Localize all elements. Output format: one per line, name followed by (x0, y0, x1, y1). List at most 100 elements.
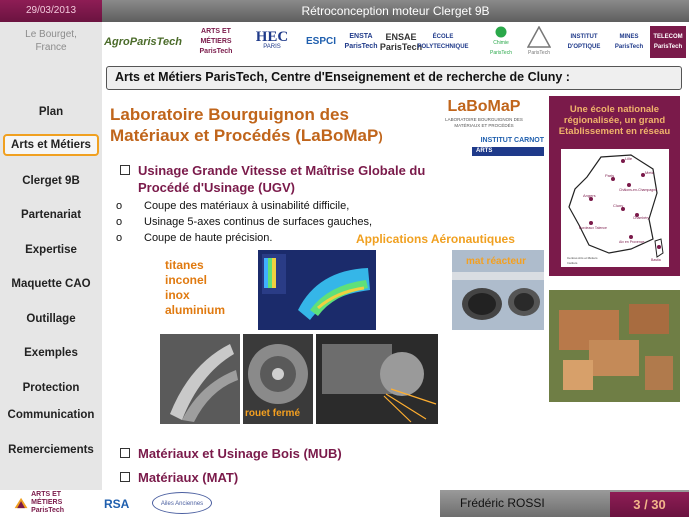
mines-paristech-logo: MINES ParisTech (614, 34, 644, 50)
closed-impeller-image: rouet fermé (243, 334, 313, 424)
map-city-label: Lille (625, 156, 633, 161)
ensta-logo: ENSTA ParisTech (344, 33, 378, 50)
institut-carnot-logo: INSTITUT CARNOT ARTS (472, 136, 544, 164)
milling-sparks-image (316, 334, 438, 424)
labomap-logo-sub: LABORATOIRE BOURGUIGNON DES MATÉRIAUX ET… (445, 117, 523, 128)
nav-item-outillage[interactable]: Outillage (3, 308, 99, 330)
page-number: 3 / 30 (610, 492, 689, 517)
nav-item-protection[interactable]: Protection (3, 377, 99, 399)
lab-title-line-2: Matériaux et Procédés (LaBoMaP) (110, 125, 440, 147)
network-panel: Une école nationale régionalisée, un gra… (549, 96, 680, 276)
material-item: inox (165, 288, 190, 302)
turbine-blade-graphic (160, 334, 240, 424)
polytechnique-logo-text: ÉCOLE POLYTECHNIQUE (417, 34, 469, 50)
polytechnique-logo: ÉCOLE POLYTECHNIQUE (417, 26, 468, 58)
rouet-ferme-label: rouet fermé (245, 408, 301, 419)
top-bar: 29/03/2013 Rétroconception moteur Clerge… (0, 0, 689, 22)
map-marker-icon (589, 221, 593, 225)
partner-logo-bar: AgroParisTech ARTS ET MÉTIERS ParisTech … (102, 22, 689, 62)
turbine-blade-image (160, 334, 240, 424)
nav-item-communication[interactable]: Communication (3, 404, 99, 426)
location-label: Le Bourget, France (0, 28, 102, 54)
telecom-paristech-logo: TELECOM ParisTech (650, 26, 686, 58)
mub-heading: Matériaux et Usinage Bois (MUB) (120, 445, 342, 462)
labomap-logo: LaBoMaP LABORATOIRE BOURGUIGNON DES MATÉ… (444, 97, 524, 135)
cluny-aerial-graphic (549, 290, 680, 402)
mat-heading-text: Matériaux (MAT) (138, 470, 239, 485)
bullet-item: o Usinage 5-axes continus de surfaces gau… (116, 215, 372, 229)
fem-simulation-image (258, 250, 376, 330)
material-item: inconel (165, 273, 208, 287)
map-marker-icon (657, 245, 661, 249)
bullet-marker: o (116, 200, 123, 212)
map-city-label: Châlons-en-Champagne (619, 188, 657, 192)
france-map: Lille Metz Paris Châlons-en-Champagne An… (561, 149, 669, 267)
map-marker-icon (629, 235, 633, 239)
fem-simulation-graphic (262, 254, 370, 320)
nav-item-expertise[interactable]: Expertise (3, 239, 99, 261)
location-line-2: France (35, 42, 67, 53)
hec-logo: HEC PARIS (248, 26, 296, 58)
nav-item-maquette-cao[interactable]: Maquette CAO (3, 273, 99, 295)
nav-item-plan[interactable]: Plan (3, 101, 99, 123)
material-item: aluminium (165, 303, 226, 317)
hec-logo-sub: PARIS (263, 44, 281, 50)
ailes-anciennes-logo: Ailes Anciennes (152, 492, 212, 514)
footer-arts-et-metiers-logo: ARTS ET MÉTIERS ParisTech (14, 491, 94, 514)
lab-title: Laboratoire Bourguignon des Matériaux et… (110, 104, 440, 147)
ugv-heading: Usinage Grande Vitesse et Maîtrise Globa… (120, 162, 490, 196)
map-city-label: Bastia (651, 258, 661, 262)
network-panel-text: Une école nationale régionalisée, un gra… (558, 104, 671, 137)
materials-list: titanes inconel inox aluminium (165, 258, 225, 318)
mub-heading-text: Matériaux et Usinage Bois (MUB) (138, 446, 342, 461)
ponts-paristech-logo: ParisTech (522, 26, 556, 58)
jet-engine-image: mat réacteur (452, 250, 544, 330)
arts-et-metiers-logo: ARTS ET MÉTIERS ParisTech (199, 28, 233, 55)
ponts-paristech-label: ParisTech (528, 50, 550, 56)
lab-title-line-2-text: Matériaux et Procédés (LaBoMaP (110, 126, 379, 145)
map-city-label: Bordeaux Talence (579, 226, 607, 230)
mat-heading: Matériaux (MAT) (120, 469, 238, 486)
mat-reacteur-label: mat réacteur (466, 256, 527, 267)
hec-logo-text: HEC (255, 29, 289, 45)
section-banner: Arts et Métiers ParisTech, Centre d'Ense… (106, 66, 682, 90)
bullet-text: Usinage 5-axes continus de surfaces gauc… (144, 216, 373, 228)
checkbox-bullet-icon (120, 448, 130, 458)
map-legend-label: Instituts (567, 261, 578, 265)
nav-item-arts-et-metiers[interactable]: Arts et Métiers (3, 134, 99, 156)
carnot-logo-sub: ARTS (472, 147, 544, 156)
lab-title-line-1: Laboratoire Bourguignon des (110, 105, 349, 124)
labomap-logo-text: LaBoMaP (447, 98, 521, 115)
bullet-marker: o (116, 232, 123, 244)
agroparistech-logo: AgroParisTech (104, 36, 182, 48)
lab-title-close-paren: ) (378, 129, 383, 144)
bullet-marker: o (116, 216, 123, 228)
nav-item-remerciements[interactable]: Remerciements (3, 439, 99, 461)
author-name: Frédéric ROSSI (460, 496, 545, 510)
map-city-label: Angers (583, 193, 596, 198)
map-marker-icon (627, 183, 631, 187)
institut-optique-logo: INSTITUT D'OPTIQUE (567, 34, 601, 50)
chimie-paristech-label: Chimie ParisTech (490, 40, 512, 56)
checkbox-bullet-icon (120, 472, 130, 482)
ugv-heading-line-1: Usinage Grande Vitesse et Maîtrise Globa… (138, 163, 426, 178)
applications-aeronautiques-label: Applications Aéronautiques (356, 232, 515, 246)
date-label: 29/03/2013 (0, 0, 102, 22)
nav-item-exemples[interactable]: Exemples (3, 342, 99, 364)
carnot-logo-text: INSTITUT CARNOT (480, 137, 544, 144)
location-line-1: Le Bourget, (25, 29, 77, 40)
bullet-item: o Coupe des matériaux à usinabilité diffi… (116, 199, 349, 213)
slide: 29/03/2013 Rétroconception moteur Clerge… (0, 0, 689, 517)
material-item: titanes (165, 258, 204, 272)
arts-et-metiers-icon (14, 497, 28, 509)
map-city-label: Cluny (613, 203, 623, 208)
ponts-triangle-icon (527, 26, 551, 48)
bullet-item: o Coupe de haute précision. (116, 231, 272, 245)
map-city-label: Chambéry (633, 216, 649, 220)
rsa-logo: RSA (104, 497, 130, 511)
chimie-paristech-icon (495, 26, 507, 38)
chimie-paristech-logo: Chimie ParisTech (484, 26, 518, 58)
nav-item-clerget-9b[interactable]: Clerget 9B (3, 170, 99, 192)
bullet-text: Coupe des matériaux à usinabilité diffic… (144, 200, 350, 212)
nav-item-partenariat[interactable]: Partenariat (3, 204, 99, 226)
